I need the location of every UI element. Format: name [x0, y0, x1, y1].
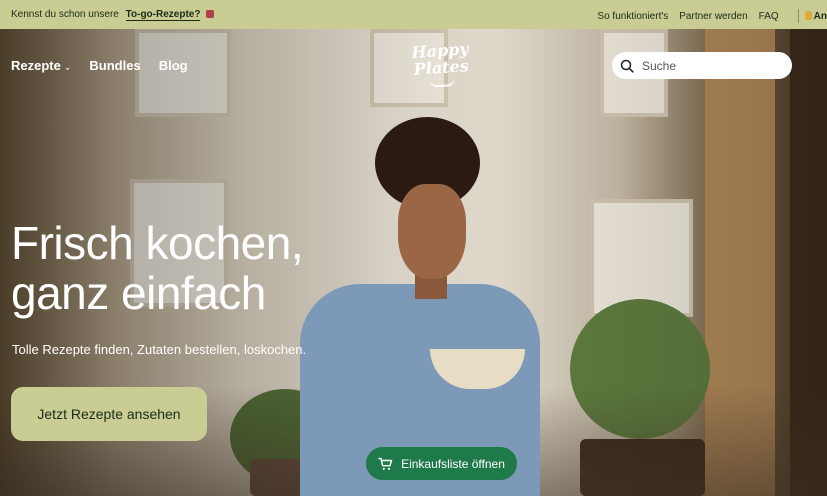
logo-line-2: Plates: [413, 56, 470, 79]
nav-item-recipes[interactable]: Rezepte ⌄: [11, 58, 71, 73]
hero-subline: Tolle Rezepte finden, Zutaten bestellen,…: [12, 342, 307, 357]
nav-item-bundles[interactable]: Bundles: [89, 58, 140, 73]
login-link-label: An: [813, 10, 827, 22]
open-shopping-list-button[interactable]: Einkaufsliste öffnen: [366, 447, 517, 480]
shopping-cart-icon: [378, 457, 393, 470]
search-input[interactable]: [640, 57, 784, 74]
link-how-it-works[interactable]: So funktioniert's: [597, 11, 668, 22]
nav-item-blog[interactable]: Blog: [159, 58, 188, 73]
view-recipes-button[interactable]: Jetzt Rezepte ansehen: [11, 387, 207, 441]
main-nav: Rezepte ⌄ Bundles Blog: [11, 58, 206, 73]
shopping-list-label: Einkaufsliste öffnen: [401, 456, 505, 471]
nav-item-recipes-label: Rezepte: [11, 58, 61, 73]
to-go-cup-icon: [206, 10, 215, 18]
hand-wave-icon: [804, 10, 812, 20]
link-faq[interactable]: FAQ: [759, 11, 779, 22]
woman-eating-bowl: [280, 79, 540, 496]
utility-links: So funktioniert's Partner werden FAQ An: [597, 9, 827, 23]
headline-line-2: ganz einfach: [11, 267, 266, 319]
search-bar[interactable]: [612, 52, 792, 79]
promo-text: Kennst du schon unsere: [11, 9, 119, 20]
hero-headline: Frisch kochen, ganz einfach: [11, 217, 304, 319]
link-become-partner[interactable]: Partner werden: [679, 11, 747, 22]
divider: [797, 9, 799, 23]
chevron-down-icon: ⌄: [63, 62, 72, 72]
headline-line-1: Frisch kochen,: [11, 217, 304, 269]
person-face: [398, 184, 466, 279]
promo-message: Kennst du schon unsere To-go-Rezepte?: [11, 9, 215, 21]
login-link-truncated[interactable]: An: [804, 10, 827, 22]
happy-plates-logo[interactable]: Happy Plates: [407, 39, 476, 89]
announcement-bar: Kennst du schon unsere To-go-Rezepte? So…: [0, 0, 827, 29]
promo-link-to-go-recipes[interactable]: To-go-Rezepte?: [125, 9, 201, 21]
logo-smile: [428, 77, 456, 88]
search-icon: [620, 59, 634, 73]
